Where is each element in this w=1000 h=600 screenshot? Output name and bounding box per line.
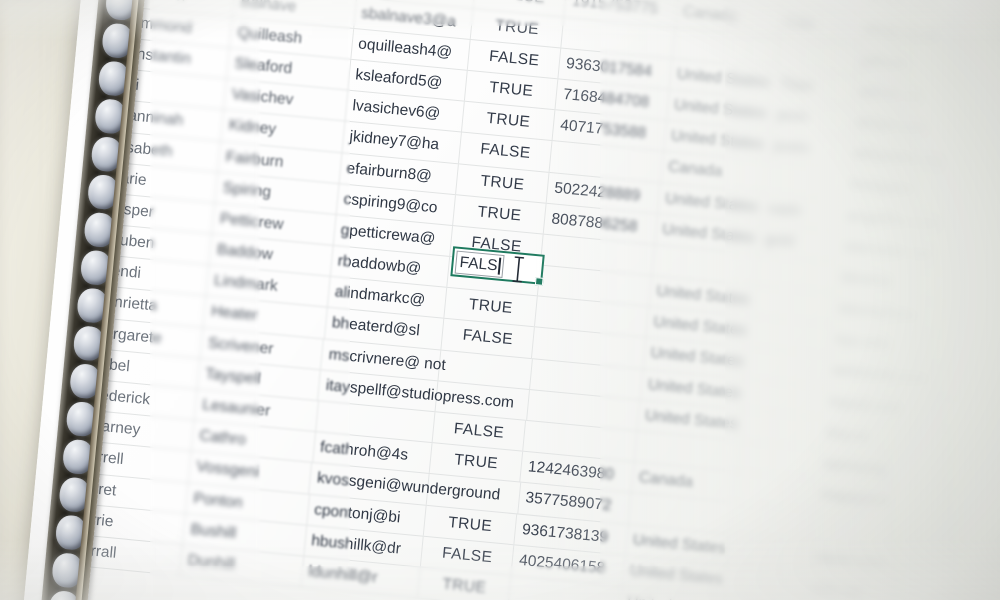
text-caret: [497, 257, 502, 275]
ibeam-cursor-icon: [510, 256, 526, 283]
cell-edit-input[interactable]: FALS: [454, 250, 505, 278]
spreadsheet-grid[interactable]: EddieMeadergmeader0@FALSEUnited States01…: [63, 0, 1000, 600]
cell-edit-value: FALS: [458, 253, 499, 275]
screenshot-stage: EddieMeadergmeader0@FALSEUnited States01…: [0, 0, 1000, 600]
fill-handle[interactable]: [534, 277, 544, 287]
